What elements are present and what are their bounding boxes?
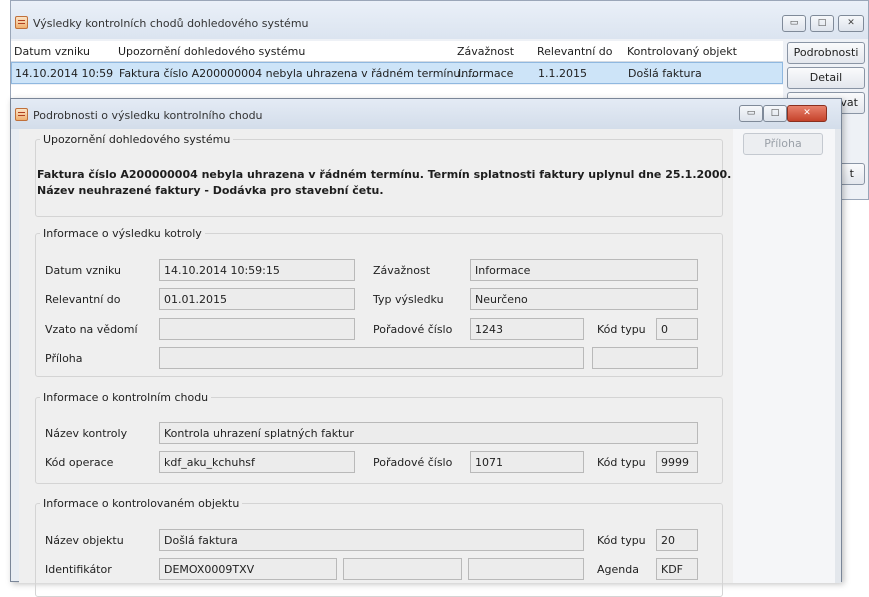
relevantni-do-field[interactable]: 01.01.2015 [159, 288, 355, 310]
priloha-button[interactable]: Příloha [743, 133, 823, 155]
run-kod-typu-field[interactable]: 9999 [656, 451, 698, 473]
typ-vysledku-label: Typ výsledku [373, 293, 444, 306]
nazev-kontroly-field[interactable]: Kontrola uhrazení splatných faktur [159, 422, 698, 444]
column-header-datum-vzniku[interactable]: Datum vzniku [14, 45, 90, 58]
poradove-cislo-field[interactable]: 1243 [470, 318, 584, 340]
column-header-zavaznost[interactable]: Závažnost [457, 45, 514, 58]
datum-vzniku-label: Datum vzniku [45, 264, 122, 277]
dialog-app-icon [15, 108, 28, 121]
poradove-cislo-label: Pořadové číslo [373, 323, 453, 336]
dialog-close-button[interactable]: ✕ [787, 105, 827, 122]
run-info-legend: Informace o kontrolním chodu [43, 391, 209, 404]
dialog-side-panel: Příloha [733, 129, 835, 583]
alert-message: Faktura číslo A200000004 nebyla uhrazena… [37, 167, 731, 199]
run-poradove-cislo-field[interactable]: 1071 [470, 451, 584, 473]
vzato-na-vedomi-label: Vzato na vědomí [45, 323, 138, 336]
row-kontrolovany-objekt: Došlá faktura [628, 67, 702, 80]
row-upozorneni: Faktura číslo A200000004 nebyla uhrazena… [119, 67, 478, 80]
results-grid-header: Datum vzniku Upozornění dohledového syst… [11, 41, 783, 62]
nazev-objektu-field[interactable]: Došlá faktura [159, 529, 584, 551]
run-poradove-cislo-label: Pořadové číslo [373, 456, 453, 469]
details-dialog: Podrobnosti o výsledku kontrolního chodu… [10, 98, 842, 597]
kod-operace-label: Kód operace [45, 456, 114, 469]
close-button[interactable]: ✕ [838, 15, 864, 32]
maximize-button[interactable]: □ [810, 15, 834, 32]
podrobnosti-button[interactable]: Podrobnosti [787, 42, 865, 64]
column-header-kontrolovany-objekt[interactable]: Kontrolovaný objekt [627, 45, 737, 58]
run-kod-typu-label: Kód typu [597, 456, 646, 469]
nazev-kontroly-label: Název kontroly [45, 427, 128, 440]
identifikator-field-2[interactable] [343, 558, 462, 580]
kod-typu-field[interactable]: 0 [656, 318, 698, 340]
identifikator-field[interactable]: DEMOX0009TXV [159, 558, 337, 580]
identifikator-field-3[interactable] [468, 558, 584, 580]
zavaznost-label: Závažnost [373, 264, 431, 277]
results-window-title: Výsledky kontrolních chodů dohledového s… [33, 17, 309, 30]
agenda-label: Agenda [597, 563, 639, 576]
minimize-button[interactable]: ▭ [782, 15, 806, 32]
row-relevantni-do: 1.1.2015 [538, 67, 587, 80]
detail-button[interactable]: Detail [787, 67, 865, 89]
row-datum-vzniku: 14.10.2014 10:59 [15, 67, 114, 80]
alert-message-line2: Název neuhrazené faktury - Dodávka pro s… [37, 184, 384, 197]
details-dialog-title: Podrobnosti o výsledku kontrolního chodu [33, 109, 263, 122]
typ-vysledku-field[interactable]: Neurčeno [470, 288, 698, 310]
details-dialog-titlebar: Podrobnosti o výsledku kontrolního chodu… [11, 99, 841, 129]
object-info-legend: Informace o kontrolovaném objektu [43, 497, 240, 510]
alert-message-line1: Faktura číslo A200000004 nebyla uhrazena… [37, 168, 732, 181]
column-header-relevantni-do[interactable]: Relevantní do [537, 45, 613, 58]
column-header-upozorneni[interactable]: Upozornění dohledového systému [118, 45, 305, 58]
object-kod-typu-label: Kód typu [597, 534, 646, 547]
nazev-objektu-label: Název objektu [45, 534, 124, 547]
agenda-field[interactable]: KDF [656, 558, 698, 580]
identifikator-label: Identifikátor [45, 563, 112, 576]
table-row[interactable]: 14.10.2014 10:59 Faktura číslo A20000000… [11, 62, 783, 84]
priloha-extra-field[interactable] [592, 347, 698, 369]
datum-vzniku-field[interactable]: 14.10.2014 10:59:15 [159, 259, 355, 281]
dialog-scrollbar[interactable] [835, 129, 841, 583]
priloha-label: Příloha [45, 352, 83, 365]
alert-group-legend: Upozornění dohledového systému [43, 133, 231, 146]
zavaznost-field[interactable]: Informace [470, 259, 698, 281]
relevantni-do-label: Relevantní do [45, 293, 121, 306]
kod-typu-label: Kód typu [597, 323, 646, 336]
results-window-titlebar: Výsledky kontrolních chodů dohledového s… [11, 1, 868, 39]
dialog-minimize-button[interactable]: ▭ [739, 105, 763, 122]
kod-operace-field[interactable]: kdf_aku_kchuhsf [159, 451, 355, 473]
dialog-content: Upozornění dohledového systému Faktura č… [19, 129, 733, 597]
vzato-na-vedomi-field[interactable] [159, 318, 355, 340]
priloha-field[interactable] [159, 347, 584, 369]
result-info-legend: Informace o výsledku kotroly [43, 227, 202, 240]
row-zavaznost: Informace [458, 67, 514, 80]
object-kod-typu-field[interactable]: 20 [656, 529, 698, 551]
dialog-maximize-button[interactable]: □ [763, 105, 787, 122]
app-icon [15, 16, 28, 29]
